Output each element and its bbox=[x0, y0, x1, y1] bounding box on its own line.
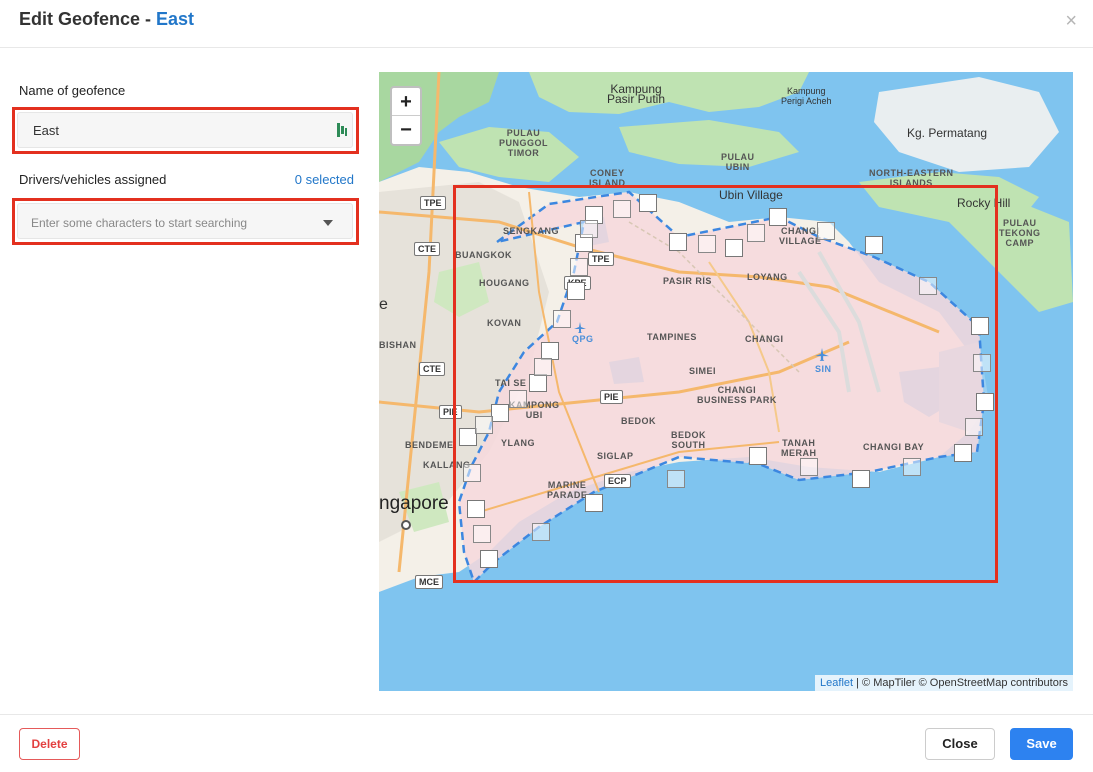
road-shield-tpe: TPE bbox=[420, 196, 446, 210]
close-icon[interactable]: × bbox=[1065, 10, 1077, 33]
drivers-label: Drivers/vehicles assigned bbox=[19, 172, 167, 187]
road-shield-mce: MCE bbox=[415, 575, 443, 589]
zoom-control: + − bbox=[390, 86, 422, 146]
map-label-pulau-ubin: PULAU UBIN bbox=[721, 152, 755, 172]
map-label-kg-permatang: Kg. Permatang bbox=[907, 126, 988, 140]
map-label-e: e bbox=[379, 296, 388, 313]
map-label-kampung-pasir-putih: Kampung Pasir Putih bbox=[607, 82, 666, 106]
road-shield-cte: CTE bbox=[419, 362, 445, 376]
map-label-pulau-punggol: PULAU PUNGGOL TIMOR bbox=[499, 128, 549, 158]
map-label-bishan: BISHAN bbox=[379, 340, 417, 350]
zoom-in-button[interactable]: + bbox=[392, 88, 420, 116]
edit-geofence-modal: Edit Geofence - East × Name of geofence … bbox=[0, 0, 1093, 772]
chevron-down-icon[interactable] bbox=[323, 220, 333, 226]
map-label-bendemeer: BENDEME bbox=[405, 440, 454, 450]
geofence-name-input[interactable]: East bbox=[17, 112, 353, 148]
road-shield-cte: CTE bbox=[414, 242, 440, 256]
city-marker-icon bbox=[401, 520, 411, 530]
modal-footer: Delete Close Save bbox=[0, 714, 1093, 772]
save-button[interactable]: Save bbox=[1010, 728, 1073, 760]
geofence-map[interactable]: Kampung Pasir Putih Kampung Perigi Acheh… bbox=[379, 72, 1073, 691]
selected-count-link[interactable]: 0 selected bbox=[295, 172, 354, 187]
modal-title: Edit Geofence - East bbox=[19, 9, 194, 30]
name-label: Name of geofence bbox=[19, 83, 126, 98]
drivers-search-select[interactable]: Enter some characters to start searching bbox=[17, 203, 353, 239]
map-label-kampung-perigi: Kampung Perigi Acheh bbox=[781, 86, 832, 106]
password-manager-icon[interactable] bbox=[336, 122, 348, 138]
title-prefix: Edit Geofence - bbox=[19, 9, 157, 29]
highlight-box-map bbox=[453, 185, 998, 583]
close-button[interactable]: Close bbox=[925, 728, 995, 760]
modal-header: Edit Geofence - East × bbox=[0, 0, 1093, 48]
map-attribution: Leaflet | © MapTiler © OpenStreetMap con… bbox=[815, 675, 1073, 691]
title-geofence-name: East bbox=[156, 9, 195, 29]
delete-button[interactable]: Delete bbox=[19, 728, 80, 760]
attribution-text: | © MapTiler © OpenStreetMap contributor… bbox=[853, 677, 1068, 689]
search-placeholder: Enter some characters to start searching bbox=[31, 216, 248, 230]
map-label-pulau-tekong: PULAU TEKONG CAMP bbox=[999, 218, 1041, 248]
zoom-out-button[interactable]: − bbox=[392, 116, 420, 144]
geofence-name-value: East bbox=[33, 123, 60, 138]
map-label-singapore: ngapore bbox=[379, 493, 449, 514]
leaflet-link[interactable]: Leaflet bbox=[820, 677, 853, 689]
